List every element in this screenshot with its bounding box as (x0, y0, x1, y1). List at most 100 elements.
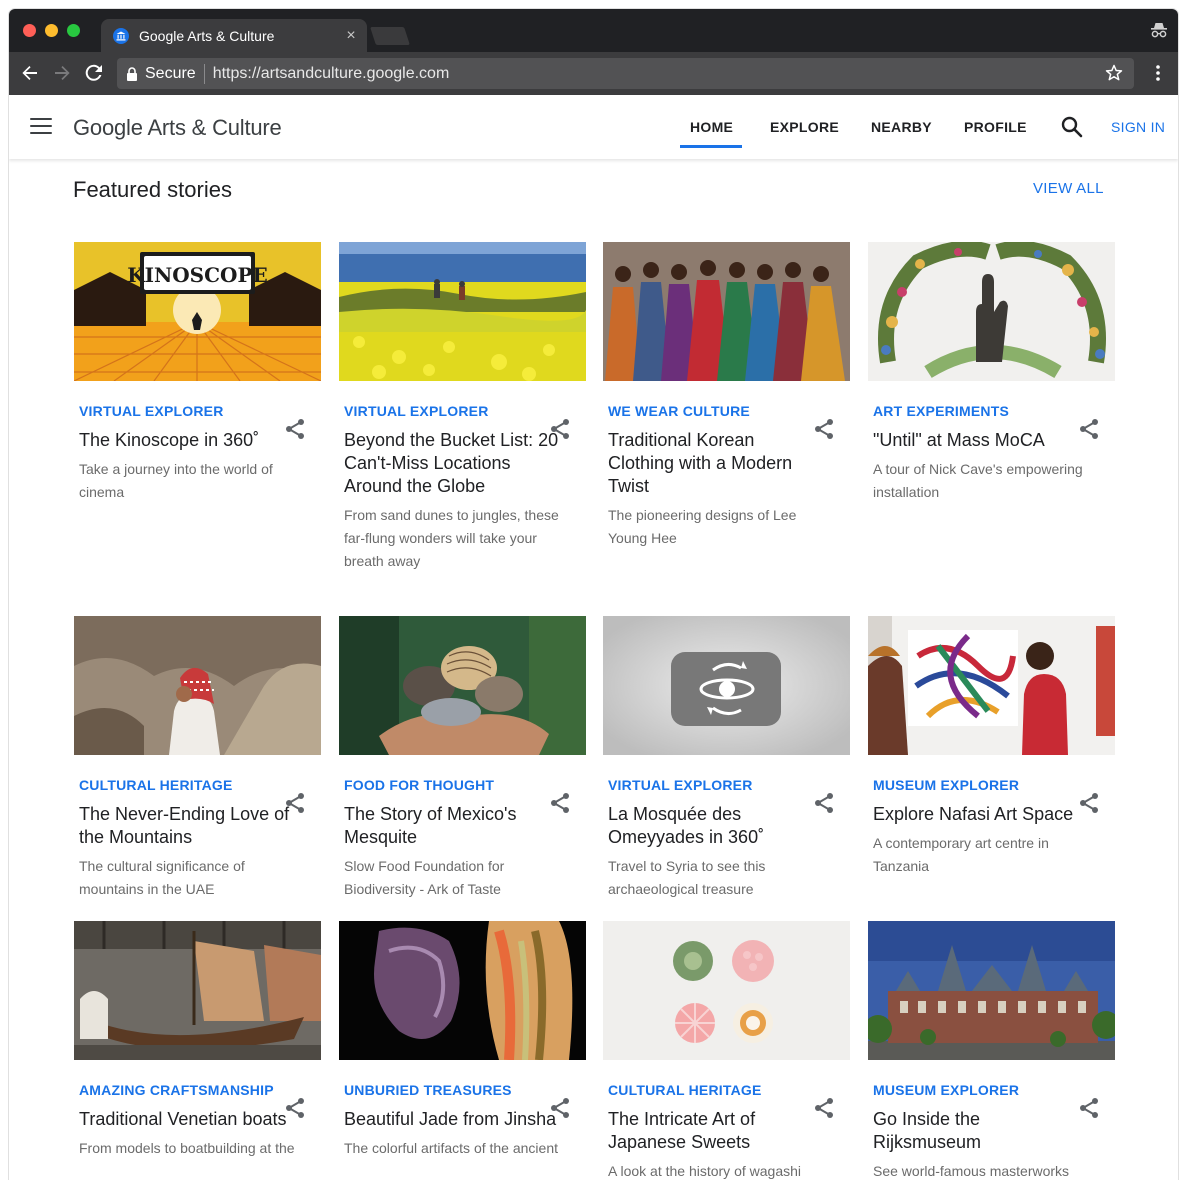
search-icon[interactable] (1060, 115, 1084, 139)
story-thumbnail (603, 921, 850, 1060)
story-thumbnail (74, 921, 321, 1060)
site-header: Google Arts & Culture HOME EXPLORE NEARB… (9, 95, 1178, 159)
browser-tab[interactable]: Google Arts & Culture × (101, 19, 367, 52)
share-icon[interactable] (812, 1096, 836, 1120)
story-description: From sand dunes to jungles, these far-fl… (344, 507, 559, 569)
story-thumbnail (603, 242, 850, 381)
browser-menu-icon[interactable] (1148, 63, 1168, 83)
browser-toolbar: Secure https://artsandculture.google.com (9, 52, 1178, 95)
story-category[interactable]: MUSEUM EXPLORER (873, 1082, 1110, 1098)
share-icon[interactable] (1077, 417, 1101, 441)
story-title[interactable]: Explore Nafasi Art Space (873, 803, 1110, 826)
tab-close-icon[interactable]: × (341, 27, 361, 45)
logo-arts-culture: Arts & Culture (147, 115, 282, 140)
story-category[interactable]: MUSEUM EXPLORER (873, 777, 1110, 793)
section-title: Featured stories (73, 177, 232, 202)
story-category[interactable]: CULTURAL HERITAGE (79, 777, 316, 793)
story-thumbnail (339, 242, 586, 381)
story-thumbnail (868, 616, 1115, 755)
story-description: A tour of Nick Cave's empowering install… (873, 461, 1083, 500)
share-icon[interactable] (812, 417, 836, 441)
address-bar[interactable]: Secure https://artsandculture.google.com (117, 58, 1134, 89)
story-card[interactable]: VIRTUAL EXPLORER Beyond the Bucket List:… (339, 242, 586, 573)
story-category[interactable]: VIRTUAL EXPLORER (608, 777, 845, 793)
nav-nearby[interactable]: NEARBY (871, 95, 932, 159)
story-category[interactable]: CULTURAL HERITAGE (608, 1082, 845, 1098)
story-card[interactable]: AMAZING CRAFTSMANSHIP Traditional Veneti… (74, 921, 321, 1160)
bookmark-star-icon[interactable] (1104, 63, 1124, 83)
story-card[interactable]: VIRTUAL EXPLORER La Mosquée des Omeyyade… (603, 616, 850, 901)
story-thumbnail (868, 921, 1115, 1060)
new-tab-button[interactable] (370, 27, 410, 45)
story-description: The colorful artifacts of the ancient (344, 1140, 558, 1156)
close-window-button[interactable] (23, 24, 36, 37)
story-title[interactable]: La Mosquée des Omeyyades in 360˚ (608, 803, 845, 849)
story-category[interactable]: WE WEAR CULTURE (608, 403, 845, 419)
story-category[interactable]: VIRTUAL EXPLORER (344, 403, 581, 419)
story-title[interactable]: Beautiful Jade from Jinsha (344, 1108, 581, 1131)
mesquite-shells-image (339, 616, 586, 755)
story-title[interactable]: The Never-Ending Love of the Mountains (79, 803, 316, 849)
story-card[interactable]: CULTURAL HERITAGE The Intricate Art of J… (603, 921, 850, 1180)
story-card[interactable]: MUSEUM EXPLORER Go Inside the Rijksmuseu… (868, 921, 1115, 1180)
story-category[interactable]: UNBURIED TREASURES (344, 1082, 581, 1098)
story-title[interactable]: The Intricate Art of Japanese Sweets (608, 1108, 845, 1154)
story-category[interactable]: FOOD FOR THOUGHT (344, 777, 581, 793)
share-icon[interactable] (1077, 1096, 1101, 1120)
story-description: Travel to Syria to see this archaeologic… (608, 858, 766, 897)
story-card[interactable]: WE WEAR CULTURE Traditional Korean Cloth… (603, 242, 850, 550)
lock-icon (127, 66, 137, 81)
story-title[interactable]: "Until" at Mass MoCA (873, 429, 1110, 452)
story-card[interactable]: KINOSCOPE VIRTUAL EXPLORER The Kinoscope… (74, 242, 321, 504)
nav-home[interactable]: HOME (680, 95, 742, 159)
story-card[interactable]: MUSEUM EXPLORER Explore Nafasi Art Space… (868, 616, 1115, 878)
minimize-window-button[interactable] (45, 24, 58, 37)
sign-in-link[interactable]: SIGN IN (1111, 95, 1165, 159)
flower-field-image (339, 242, 586, 381)
back-arrow-icon[interactable] (19, 62, 41, 84)
secure-label: Secure (145, 64, 196, 82)
kinoscope-image: KINOSCOPE (74, 242, 321, 381)
story-thumbnail (603, 616, 850, 755)
share-icon[interactable] (283, 1096, 307, 1120)
story-title[interactable]: The Kinoscope in 360˚ (79, 429, 316, 452)
story-title[interactable]: Beyond the Bucket List: 20 Can't-Miss Lo… (344, 429, 581, 498)
story-thumbnail (868, 242, 1115, 381)
story-card[interactable]: ART EXPERIMENTS "Until" at Mass MoCA A t… (868, 242, 1115, 504)
story-title[interactable]: Traditional Venetian boats (79, 1108, 316, 1131)
story-card[interactable]: FOOD FOR THOUGHT The Story of Mexico's M… (339, 616, 586, 901)
story-thumbnail (339, 921, 586, 1060)
share-icon[interactable] (1077, 791, 1101, 815)
share-icon[interactable] (548, 791, 572, 815)
story-category[interactable]: AMAZING CRAFTSMANSHIP (79, 1082, 316, 1098)
story-title[interactable]: Traditional Korean Clothing with a Moder… (608, 429, 845, 498)
reload-icon[interactable] (83, 62, 105, 84)
story-card[interactable]: UNBURIED TREASURES Beautiful Jade from J… (339, 921, 586, 1160)
share-icon[interactable] (812, 791, 836, 815)
hamburger-menu-icon[interactable] (30, 118, 52, 135)
story-description: The cultural significance of mountains i… (79, 858, 245, 897)
story-category[interactable]: VIRTUAL EXPLORER (79, 403, 316, 419)
story-card[interactable]: CULTURAL HERITAGE The Never-Ending Love … (74, 616, 321, 901)
maximize-window-button[interactable] (67, 24, 80, 37)
url-text[interactable]: https://artsandculture.google.com (213, 65, 450, 83)
story-category[interactable]: ART EXPERIMENTS (873, 403, 1110, 419)
share-icon[interactable] (283, 417, 307, 441)
omnibox-divider (203, 63, 205, 84)
share-icon[interactable] (283, 791, 307, 815)
story-thumbnail (74, 616, 321, 755)
story-description: Take a journey into the world of cinema (79, 461, 273, 500)
view-all-link[interactable]: VIEW ALL (1033, 180, 1104, 197)
share-icon[interactable] (548, 1096, 572, 1120)
incognito-icon[interactable] (1150, 21, 1168, 39)
tab-title: Google Arts & Culture (139, 27, 275, 44)
site-logo[interactable]: Google Arts & Culture (73, 115, 282, 141)
story-description: From models to boatbuilding at the (79, 1140, 295, 1156)
forward-arrow-icon[interactable] (51, 62, 73, 84)
hanbok-models-image (603, 242, 850, 381)
story-title[interactable]: Go Inside the Rijksmuseum (873, 1108, 1110, 1154)
nav-profile[interactable]: PROFILE (964, 95, 1026, 159)
share-icon[interactable] (548, 417, 572, 441)
story-title[interactable]: The Story of Mexico's Mesquite (344, 803, 581, 849)
nav-explore[interactable]: EXPLORE (770, 95, 839, 159)
